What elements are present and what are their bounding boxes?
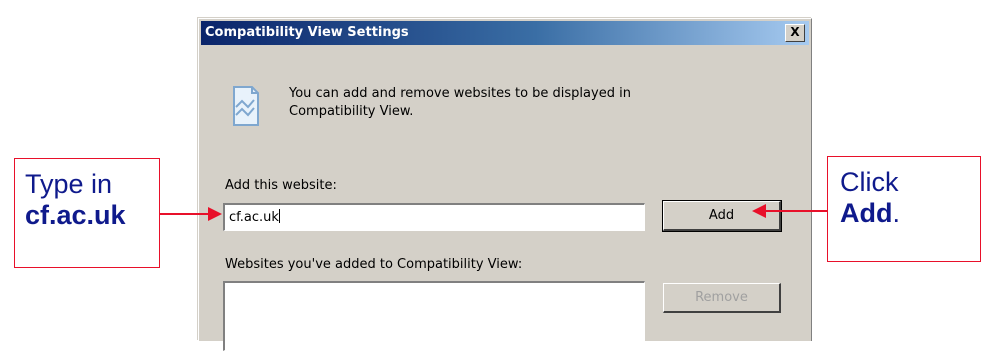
arrow-to-input	[160, 207, 222, 221]
arrow-to-add-button	[752, 204, 827, 218]
annotation-arrows	[160, 204, 827, 221]
